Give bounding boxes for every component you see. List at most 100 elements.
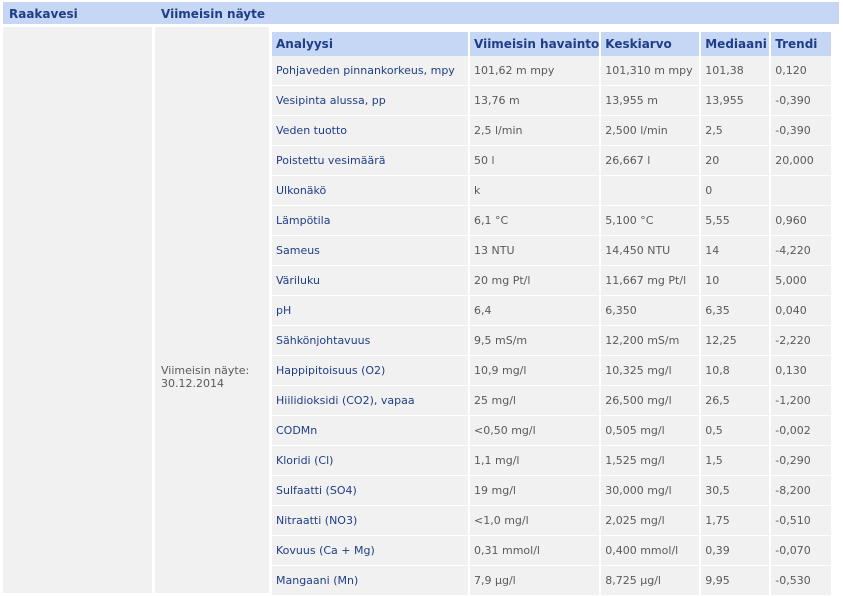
table-row: Nitraatti (NO3) <1,0 mg/l 2,025 mg/l 1,75 -0… <box>272 506 832 536</box>
median-cell: 1,5 <box>701 446 772 476</box>
sample-date-value: 30.12.2014 <box>161 377 224 390</box>
average-cell: 1,525 mg/l <box>601 446 702 476</box>
average-cell <box>601 176 702 206</box>
trend-cell: -0,070 <box>771 536 832 566</box>
table-row: Sameus 13 NTU 14,450 NTU 14 -4,220 <box>272 236 832 266</box>
analysis-name-cell: Pohjaveden pinnankorkeus, mpy <box>272 56 470 86</box>
average-cell: 0,400 mmol/l <box>601 536 702 566</box>
analysis-name-cell: Sähkönjohtavuus <box>272 326 470 356</box>
table-row: Vesipinta alussa, pp 13,76 m 13,955 m 13,95… <box>272 86 832 116</box>
raakavesi-header: Raakavesi <box>9 7 78 21</box>
analysis-name-cell: Veden tuotto <box>272 116 470 146</box>
analysis-name-cell: Sameus <box>272 236 470 266</box>
table-row: pH 6,4 6,350 6,35 0,040 <box>272 296 832 326</box>
average-cell: 2,500 l/min <box>601 116 702 146</box>
analysis-name-cell: Kovuus (Ca + Mg) <box>272 536 470 566</box>
average-cell: 0,505 mg/l <box>601 416 702 446</box>
latest-value-cell: 2,5 l/min <box>470 116 602 146</box>
table-row: Poistettu vesimäärä 50 l 26,667 l 20 20,000 <box>272 146 832 176</box>
analysis-table-header-row: Analyysi Viimeisin havainto Keskiarvo Me… <box>272 32 832 56</box>
median-cell: 101,38 <box>701 56 772 86</box>
outer-header: Raakavesi Viimeisin näyte <box>3 2 839 24</box>
table-row: Kovuus (Ca + Mg) 0,31 mmol/l 0,400 mmol/l 0… <box>272 536 832 566</box>
sample-date-label: Viimeisin näyte: <box>161 364 250 377</box>
table-row: Sulfaatti (SO4) 19 mg/l 30,000 mg/l 30,5 -8,… <box>272 476 832 506</box>
median-cell: 14 <box>701 236 772 266</box>
analysis-name-cell: Kloridi (Cl) <box>272 446 470 476</box>
table-row: CODMn <0,50 mg/l 0,505 mg/l 0,5 -0,002 <box>272 416 832 446</box>
latest-sample-header: Viimeisin näyte <box>161 7 266 21</box>
latest-value-cell: 101,62 m mpy <box>470 56 602 86</box>
analysis-name-cell: Väriluku <box>272 266 470 296</box>
analysis-name-cell: Nitraatti (NO3) <box>272 506 470 536</box>
analysis-name-cell: Sulfaatti (SO4) <box>272 476 470 506</box>
median-cell: 12,25 <box>701 326 772 356</box>
analysis-name-cell: Hiilidioksidi (CO2), vapaa <box>272 386 470 416</box>
median-cell: 10,8 <box>701 356 772 386</box>
median-cell: 26,5 <box>701 386 772 416</box>
latest-value-cell: 0,31 mmol/l <box>470 536 602 566</box>
average-cell: 30,000 mg/l <box>601 476 702 506</box>
average-cell: 12,200 mS/m <box>601 326 702 356</box>
column-header-viimeisin-havainto: Viimeisin havainto <box>470 32 602 56</box>
average-cell: 2,025 mg/l <box>601 506 702 536</box>
latest-value-cell: 6,4 <box>470 296 602 326</box>
trend-cell: 0,120 <box>771 56 832 86</box>
table-row: Mangaani (Mn) 7,9 µg/l 8,725 µg/l 9,95 -0,53… <box>272 566 832 596</box>
trend-cell: 0,960 <box>771 206 832 236</box>
latest-value-cell: 13 NTU <box>470 236 602 266</box>
median-cell: 30,5 <box>701 476 772 506</box>
trend-cell: -4,220 <box>771 236 832 266</box>
latest-value-cell: 20 mg Pt/l <box>470 266 602 296</box>
table-row: Hiilidioksidi (CO2), vapaa 25 mg/l 26,500 … <box>272 386 832 416</box>
average-cell: 5,100 °C <box>601 206 702 236</box>
median-cell: 6,35 <box>701 296 772 326</box>
analysis-name-cell: Lämpötila <box>272 206 470 236</box>
table-row: Väriluku 20 mg Pt/l 11,667 mg Pt/l 10 5,000 <box>272 266 832 296</box>
table-row: Happipitoisuus (O2) 10,9 mg/l 10,325 mg/l 1… <box>272 356 832 386</box>
average-cell: 26,500 mg/l <box>601 386 702 416</box>
trend-cell: -2,220 <box>771 326 832 356</box>
trend-cell: -0,390 <box>771 116 832 146</box>
median-cell: 2,5 <box>701 116 772 146</box>
analysis-name-cell: CODMn <box>272 416 470 446</box>
analysis-name-cell: pH <box>272 296 470 326</box>
analysis-name-cell: Poistettu vesimäärä <box>272 146 470 176</box>
trend-cell: -0,510 <box>771 506 832 536</box>
table-row: Sähkönjohtavuus 9,5 mS/m 12,200 mS/m 12,25-… <box>272 326 832 356</box>
median-cell: 0,5 <box>701 416 772 446</box>
trend-cell: 20,000 <box>771 146 832 176</box>
trend-cell: -1,200 <box>771 386 832 416</box>
trend-cell: -8,200 <box>771 476 832 506</box>
average-cell: 8,725 µg/l <box>601 566 702 596</box>
average-cell: 13,955 m <box>601 86 702 116</box>
latest-value-cell: 25 mg/l <box>470 386 602 416</box>
median-cell: 5,55 <box>701 206 772 236</box>
average-cell: 10,325 mg/l <box>601 356 702 386</box>
table-row: Lämpötila 6,1 °C 5,100 °C 5,55 0,960 <box>272 206 832 236</box>
trend-cell: 0,040 <box>771 296 832 326</box>
latest-value-cell: <0,50 mg/l <box>470 416 602 446</box>
median-cell: 13,955 <box>701 86 772 116</box>
average-cell: 101,310 m mpy <box>601 56 702 86</box>
column-header-trendi: Trendi <box>771 32 832 56</box>
latest-value-cell: k <box>470 176 602 206</box>
median-cell: 0,39 <box>701 536 772 566</box>
latest-value-cell: 50 l <box>470 146 602 176</box>
analysis-table: Analyysi Viimeisin havainto Keskiarvo Me… <box>272 32 832 596</box>
trend-cell: -0,530 <box>771 566 832 596</box>
latest-value-cell: 10,9 mg/l <box>470 356 602 386</box>
analysis-name-cell: Vesipinta alussa, pp <box>272 86 470 116</box>
median-cell: 1,75 <box>701 506 772 536</box>
table-row: Pohjaveden pinnankorkeus, mpy 101,62 m mp… <box>272 56 832 86</box>
average-cell: 14,450 NTU <box>601 236 702 266</box>
column-header-mediaani: Mediaani <box>701 32 772 56</box>
sample-date: Viimeisin näyte: 30.12.2014 <box>161 364 249 390</box>
latest-value-cell: <1,0 mg/l <box>470 506 602 536</box>
trend-cell: -0,002 <box>771 416 832 446</box>
trend-cell: -0,290 <box>771 446 832 476</box>
trend-cell: 5,000 <box>771 266 832 296</box>
average-cell: 26,667 l <box>601 146 702 176</box>
latest-value-cell: 19 mg/l <box>470 476 602 506</box>
analysis-name-cell: Ulkonäkö <box>272 176 470 206</box>
